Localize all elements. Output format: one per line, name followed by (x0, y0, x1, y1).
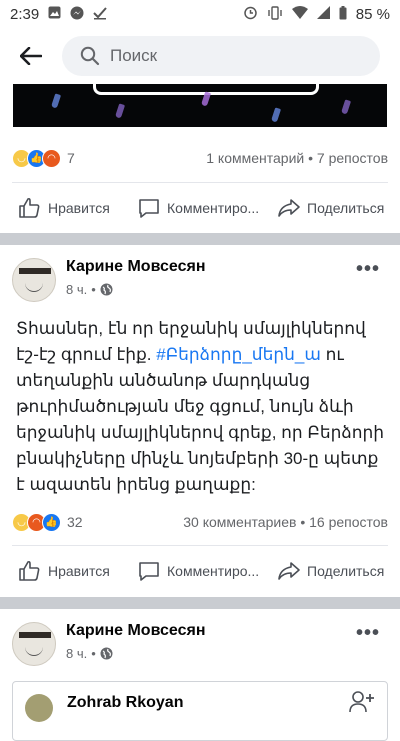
checkmark-icon (93, 6, 107, 23)
share-label: Поделиться (307, 200, 385, 216)
like-button[interactable]: Нравится (18, 196, 110, 220)
comment-label: Комментиро... (167, 563, 260, 579)
reaction-count: 32 (67, 514, 83, 530)
post-image[interactable] (13, 84, 387, 127)
thumbs-up-icon (19, 560, 40, 581)
add-friend-button[interactable] (349, 690, 375, 719)
author-name[interactable]: Карине Мовсесян (66, 258, 206, 276)
like-reaction-icon: 👍 (42, 512, 61, 532)
shared-post-card[interactable]: Zohrab Rkoyan (12, 681, 388, 741)
post-meta: 8 ч. • (66, 282, 113, 297)
comment-icon (139, 199, 159, 218)
share-label: Поделиться (307, 563, 385, 579)
share-button[interactable]: Поделиться (277, 559, 384, 583)
search-icon (80, 46, 100, 66)
divider (12, 182, 388, 183)
like-label: Нравится (48, 563, 110, 579)
avatar[interactable] (12, 258, 56, 302)
post2-reactions-row: ◡ ◠ 👍 32 30 комментариев • 16 репостов (12, 510, 388, 534)
gallery-icon (48, 6, 61, 22)
post3-header: Карине Мовсесян 8 ч. • ••• (12, 622, 388, 670)
add-friend-icon (349, 691, 374, 713)
shares-count[interactable]: 7 репостов (317, 150, 388, 166)
divider (12, 545, 388, 546)
comments-count[interactable]: 1 комментарий (206, 150, 304, 166)
post-separator (0, 597, 400, 609)
alarm-icon (243, 5, 258, 23)
comment-icon (139, 562, 159, 581)
like-label: Нравится (48, 200, 110, 216)
arrow-left-icon (20, 47, 42, 65)
shares-count[interactable]: 16 репостов (309, 514, 388, 530)
globe-icon (100, 283, 113, 296)
back-button[interactable] (16, 41, 46, 71)
post2-header: Карине Мовсесян 8 ч. • ••• (12, 258, 388, 306)
comment-button[interactable]: Комментиро... (137, 196, 259, 220)
messenger-icon (70, 6, 84, 23)
share-icon (278, 199, 300, 217)
shared-author-name[interactable]: Zohrab Rkoyan (67, 694, 183, 712)
app-bar: Поиск (0, 28, 400, 84)
hashtag-link[interactable]: #Բերձորը_մերն_ա (156, 345, 321, 364)
battery-percent: 85 % (355, 5, 390, 23)
share-button[interactable]: Поделиться (277, 196, 384, 220)
reaction-count: 7 (67, 150, 75, 166)
like-button[interactable]: Нравится (18, 559, 110, 583)
post-separator (0, 233, 400, 245)
post2-action-bar: Нравится Комментиро... Поделиться (0, 551, 400, 591)
search-input[interactable]: Поиск (62, 36, 380, 76)
post1-reactions-row: ◡ 👍 ◠ 7 1 комментарий • 7 репостов (12, 146, 388, 170)
vibrate-icon (267, 5, 283, 23)
post-meta: 8 ч. • (66, 646, 113, 661)
share-icon (278, 562, 300, 580)
post-time[interactable]: 8 ч. (66, 646, 87, 661)
more-options-button[interactable]: ••• (356, 622, 380, 645)
post-time[interactable]: 8 ч. (66, 282, 87, 297)
wifi-icon (291, 6, 308, 22)
author-name[interactable]: Карине Мовсесян (66, 622, 206, 640)
comment-button[interactable]: Комментиро... (137, 559, 259, 583)
search-placeholder: Поиск (110, 46, 158, 65)
comment-label: Комментиро... (167, 200, 260, 216)
post1-action-bar: Нравится Комментиро... Поделиться (0, 188, 400, 228)
status-time: 2:39 (10, 5, 40, 23)
avatar[interactable] (12, 622, 56, 666)
reaction-icons[interactable]: ◡ ◠ 👍 32 (12, 512, 83, 532)
avatar[interactable] (25, 694, 53, 722)
more-options-button[interactable]: ••• (356, 258, 380, 281)
post2-text: Տհասներ, էն որ երջանիկ սմայլիկներով էշ-է… (16, 316, 386, 498)
signal-icon (316, 6, 330, 22)
reaction-icons[interactable]: ◡ 👍 ◠ 7 (12, 148, 75, 168)
comments-count[interactable]: 30 комментариев (183, 514, 296, 530)
angry-reaction-icon: ◠ (42, 148, 61, 168)
battery-icon (339, 5, 347, 23)
post-text-part: ու տեղանքին անծանոթ մարդկանց թուրիմածութ… (16, 345, 385, 494)
status-bar: 2:39 85 % (0, 0, 400, 28)
globe-icon (100, 647, 113, 660)
thumbs-up-icon (19, 197, 40, 218)
